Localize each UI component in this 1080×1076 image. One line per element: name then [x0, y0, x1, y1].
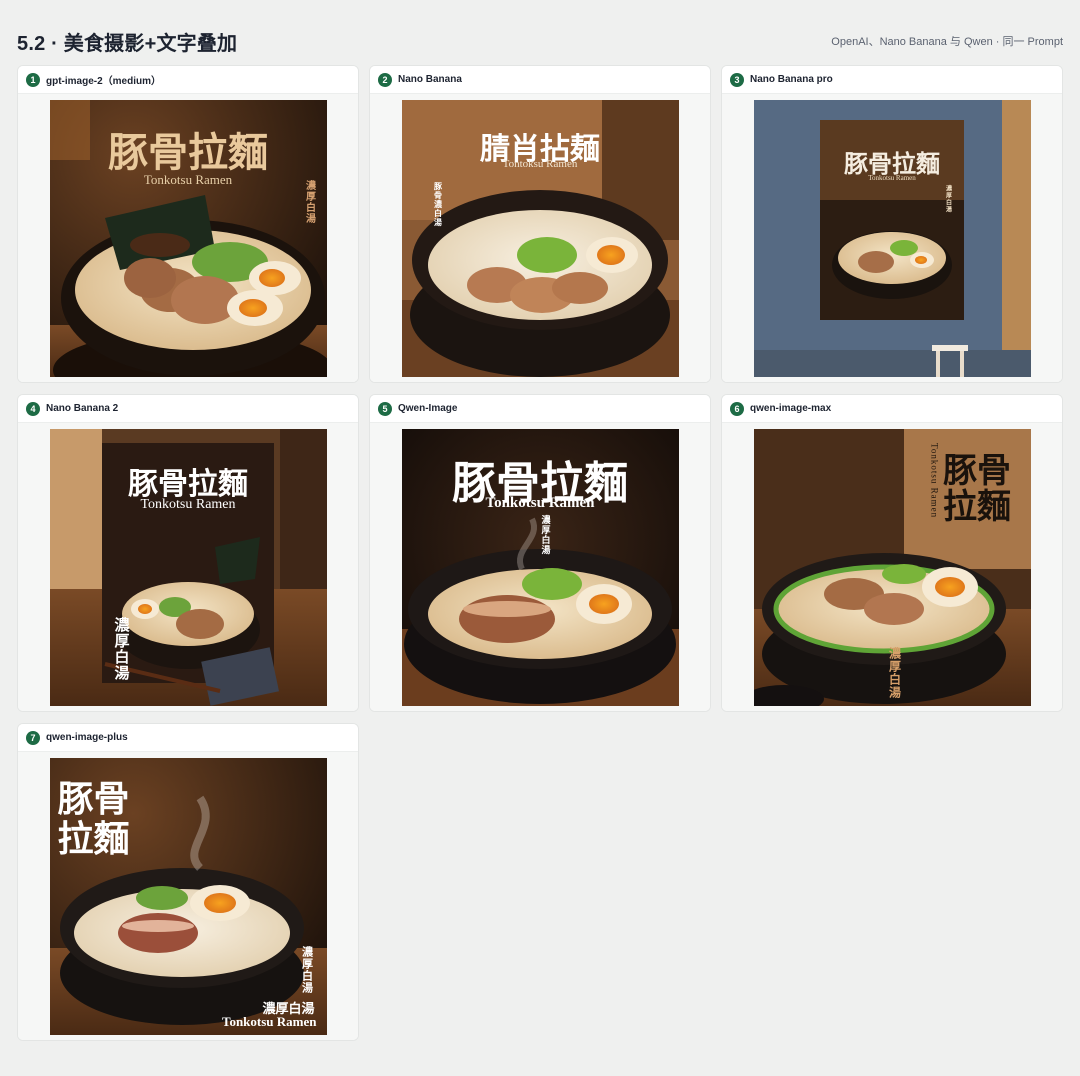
model-name: qwen-image-plus	[46, 732, 128, 743]
model-name: Nano Banana pro	[750, 74, 833, 85]
card-header: 5 Qwen-Image	[370, 395, 710, 423]
index-badge: 2	[378, 72, 392, 87]
index-badge: 7	[26, 730, 40, 745]
card-header: 6 qwen-image-max	[722, 395, 1062, 423]
generated-image[interactable]: 豚骨 拉麵 濃厚白湯 濃厚白湯 Tonkotsu Ramen	[49, 757, 327, 1035]
card-header: 7 qwen-image-plus	[18, 724, 358, 752]
result-card-1[interactable]: 1 gpt-image-2（medium） 豚骨拉麵 Tonkotsu Rame…	[17, 65, 359, 383]
result-card-3[interactable]: 3 Nano Banana pro 豚骨拉麵 Tonkotsu Ramen 濃厚…	[721, 65, 1063, 383]
card-header: 1 gpt-image-2（medium）	[18, 66, 358, 94]
image-vertical-text: 濃厚白湯	[944, 184, 952, 213]
image-vertical-text: 濃厚白湯	[300, 945, 314, 994]
page-header: 5.2 · 美食摄影+文字叠加 OpenAI、Nano Banana 与 Qwe…	[17, 28, 1063, 55]
result-card-6[interactable]: 6 qwen-image-max 豚骨 拉麵 Tonkotsu Ramen 濃厚…	[721, 394, 1063, 712]
model-name: gpt-image-2（medium）	[46, 76, 162, 87]
card-header: 4 Nano Banana 2	[18, 395, 358, 423]
generated-image[interactable]: 豚骨 拉麵 Tonkotsu Ramen 濃厚白湯	[753, 428, 1031, 706]
model-name: Nano Banana 2	[46, 403, 119, 414]
image-subtitle: Tonkotsu Ramen	[140, 496, 236, 512]
index-badge: 5	[378, 401, 392, 416]
image-title-line2: 拉麵	[943, 486, 1011, 527]
image-subtitle: Tonkotsu Ramen	[868, 173, 916, 182]
generated-image[interactable]: 豚骨拉麵 Tonkotsu Ramen 濃厚白湯	[753, 99, 1031, 377]
image-vertical-text: 濃厚白湯	[303, 179, 315, 224]
index-badge: 1	[26, 72, 40, 87]
image-vertical-text: 豚骨濃白湯	[433, 181, 444, 227]
generated-image[interactable]: 豚骨拉麵 Tonkotsu Ramen 濃厚白湯	[49, 99, 327, 377]
image-subtitle: Tonkotsu Ramen	[221, 1013, 317, 1029]
image-vertical-text: 濃厚白湯	[887, 646, 902, 699]
card-header: 3 Nano Banana pro	[722, 66, 1062, 94]
image-title-line2: 拉麵	[57, 817, 130, 860]
index-badge: 6	[730, 401, 744, 416]
image-subtitle: Tonkotsu Ramen	[143, 171, 233, 187]
image-subtitle: Tontoksu Ramen	[502, 157, 578, 170]
image-vertical-text: 濃厚白湯	[112, 616, 131, 681]
image-subtitle: Tonkotsu Ramen	[485, 494, 595, 511]
model-name: Nano Banana	[398, 74, 462, 85]
result-card-5[interactable]: 5 Qwen-Image 豚骨拉麵 Tonkotsu Ramen 濃厚白湯	[369, 394, 711, 712]
model-name: qwen-image-max	[750, 403, 832, 414]
result-card-4[interactable]: 4 Nano Banana 2 豚骨拉麵 Tonkotsu Ramen 濃厚白湯	[17, 394, 359, 712]
result-card-2[interactable]: 2 Nano Banana 腈肖拈麺 Tontoksu Ramen 豚骨濃白湯	[369, 65, 711, 383]
card-header: 2 Nano Banana	[370, 66, 710, 94]
page-subtitle: OpenAI、Nano Banana 与 Qwen · 同一 Prompt	[831, 36, 1063, 48]
image-vertical-text: 濃厚白湯	[539, 514, 550, 555]
page-title: 5.2 · 美食摄影+文字叠加	[17, 32, 238, 55]
model-name: Qwen-Image	[398, 403, 458, 414]
generated-image[interactable]: 豚骨拉麵 Tonkotsu Ramen 濃厚白湯	[49, 428, 327, 706]
result-card-7[interactable]: 7 qwen-image-plus 豚骨 拉麵 濃厚白湯 濃厚白湯 Tonkot…	[17, 723, 359, 1041]
image-title: 豚骨拉麵	[108, 128, 268, 176]
generated-image[interactable]: 豚骨拉麵 Tonkotsu Ramen 濃厚白湯	[401, 428, 679, 706]
generated-image[interactable]: 腈肖拈麺 Tontoksu Ramen 豚骨濃白湯	[401, 99, 679, 377]
index-badge: 4	[26, 401, 40, 416]
image-subtitle: Tonkotsu Ramen	[929, 442, 940, 518]
index-badge: 3	[730, 72, 744, 87]
